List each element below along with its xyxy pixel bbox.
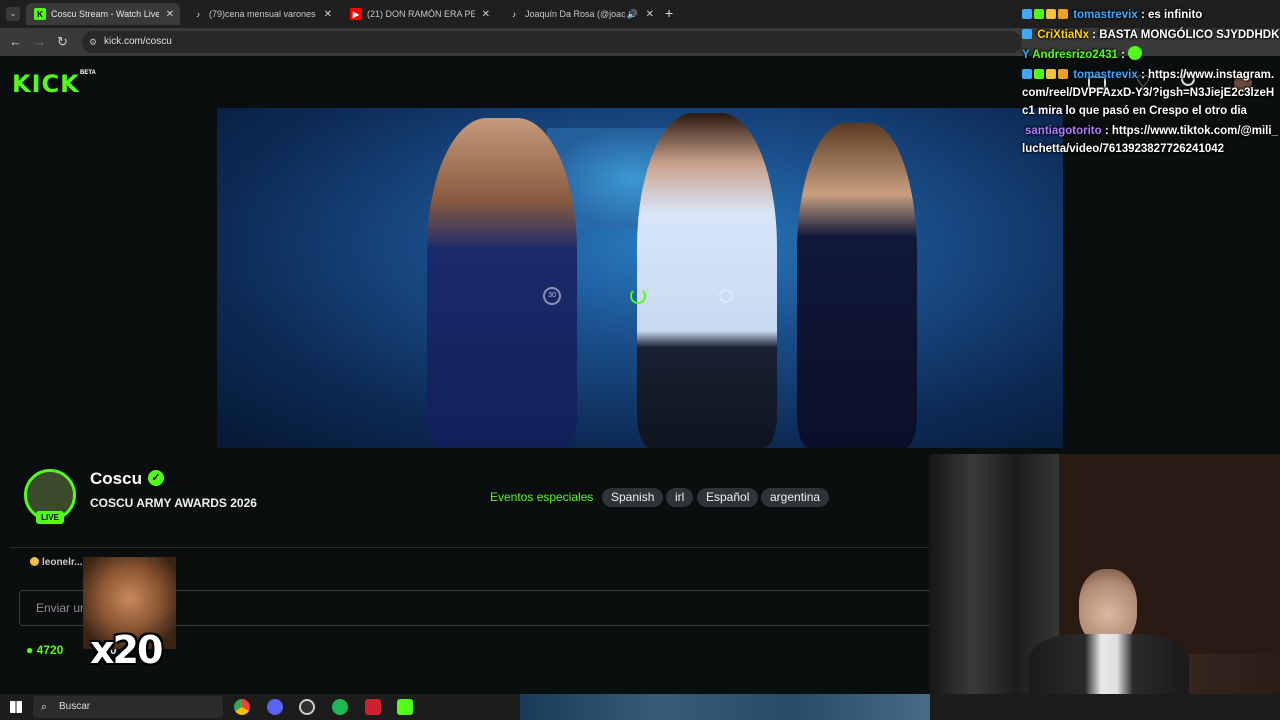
beta-badge: BETA xyxy=(80,70,96,76)
chat-username: Andresrizo2431 xyxy=(1032,49,1118,61)
discord-icon[interactable] xyxy=(267,699,283,715)
tag-argentina[interactable]: argentina xyxy=(761,488,830,507)
site-info-icon[interactable]: ⚙ xyxy=(89,31,97,53)
chat-username: tomastrevix xyxy=(1073,69,1138,81)
badge-icon xyxy=(1058,69,1068,79)
chat-message: tomastrevix : es infinito xyxy=(1022,6,1280,24)
badge-icon xyxy=(1022,69,1032,79)
chat-preview-user: leonelr... xyxy=(30,557,83,568)
close-tab-icon[interactable]: ✕ xyxy=(166,9,174,20)
windows-taskbar: ⌕ Buscar xyxy=(0,694,1280,720)
badge-icon xyxy=(1034,9,1044,19)
chrome-icon[interactable] xyxy=(234,699,250,715)
tab-label: Joaquín Da Rosa (@joaquin xyxy=(525,9,625,19)
forward-icon[interactable]: → xyxy=(33,34,46,49)
youtube-favicon-icon: ▶ xyxy=(350,8,362,20)
tiktok-favicon-icon: ♪ xyxy=(512,9,516,19)
tab-youtube[interactable]: ▶ (21) DON RAMÓN ERA PESO P ✕ xyxy=(342,3,496,25)
reload-icon[interactable]: ↻ xyxy=(57,34,68,50)
tab-tiktok-1[interactable]: ♪ (79)cena mensual varones gays ✕ xyxy=(184,3,338,25)
webcam-overlay xyxy=(929,454,1280,720)
windows-start-icon[interactable] xyxy=(10,701,22,713)
taskbar-search-label: Buscar xyxy=(59,701,91,712)
kick-app-icon[interactable] xyxy=(397,699,413,715)
search-icon: ⌕ xyxy=(41,701,48,713)
forward-icon[interactable] xyxy=(719,289,733,303)
chat-preview-username: leonelr... xyxy=(42,557,83,568)
interviewer-right xyxy=(797,123,917,448)
tag-espanol[interactable]: Español xyxy=(697,488,759,507)
taskbar-search[interactable]: ⌕ Buscar xyxy=(33,696,223,718)
tab-label: (21) DON RAMÓN ERA PESO P xyxy=(367,9,475,19)
interviewer-left xyxy=(427,118,577,448)
channel-name[interactable]: Coscu xyxy=(90,469,142,489)
chat-username: tomastrevix xyxy=(1073,9,1138,21)
meme-multiplier-text: x20 xyxy=(90,628,163,672)
rewind-30-icon[interactable]: 30 xyxy=(543,287,561,305)
tag-irl[interactable]: irl xyxy=(666,488,694,507)
tab-list-dropdown-icon[interactable]: ⌄ xyxy=(6,7,20,21)
spotify-icon[interactable] xyxy=(332,699,348,715)
kick-logo[interactable]: KICK xyxy=(12,70,80,98)
chat-text: BASTA MONGÓLICO SJYDDHDK xyxy=(1099,29,1280,41)
voicemod-icon[interactable] xyxy=(365,699,381,715)
badge-icon xyxy=(1058,9,1068,19)
chat-overlay: tomastrevix : es infinito CriXtiaNx : BA… xyxy=(1022,6,1280,160)
chat-message: CriXtiaNx : BASTA MONGÓLICO SJYDDHDK xyxy=(1022,26,1280,44)
badge-icon xyxy=(1034,69,1044,79)
audio-playing-icon[interactable]: 🔊 xyxy=(627,9,638,20)
back-icon[interactable]: ← xyxy=(9,34,22,49)
tab-tiktok-2[interactable]: ♪ Joaquín Da Rosa (@joaquin 🔊 ✕ xyxy=(500,3,660,25)
badge-icon xyxy=(1046,9,1056,19)
category-link[interactable]: Eventos especiales xyxy=(490,490,593,504)
chat-message: tomastrevix : https://www.instagram.com/… xyxy=(1022,69,1275,117)
divider xyxy=(10,547,930,548)
kick-favicon-icon: K xyxy=(34,8,46,20)
viewer-count: ● 4720 xyxy=(26,643,63,657)
badge-icon xyxy=(1022,9,1032,19)
tab-label: (79)cena mensual varones gays xyxy=(209,9,317,19)
streamer-head xyxy=(1079,569,1137,644)
taskbar-wallpaper xyxy=(520,694,930,720)
tab-coscu-stream[interactable]: K Coscu Stream - Watch Live on K ✕ xyxy=(26,3,180,25)
url-text: kick.com/coscu xyxy=(104,36,172,47)
emote-icon xyxy=(1128,46,1143,60)
chat-username: santiagotorito xyxy=(1025,125,1102,137)
tiktok-favicon-icon: ♪ xyxy=(196,9,200,19)
tag-spanish[interactable]: Spanish xyxy=(602,488,664,507)
badge-icon: Y xyxy=(1022,49,1030,61)
verified-icon: ✓ xyxy=(148,470,164,486)
chat-input-placeholder: Enviar un xyxy=(36,601,87,615)
badge-icon xyxy=(1046,69,1056,79)
obs-icon[interactable] xyxy=(299,699,315,715)
loading-spinner-icon xyxy=(630,288,646,304)
chat-message: Y Andresrizo2431 : xyxy=(1022,46,1280,64)
chat-message: santiagotorito : https://www.tiktok.com/… xyxy=(1022,125,1278,155)
viewer-count-value: 4720 xyxy=(36,643,64,657)
address-bar[interactable]: ⚙ kick.com/coscu xyxy=(82,31,1022,53)
warning-icon xyxy=(30,557,39,566)
badge-icon xyxy=(1022,29,1032,39)
chat-username: CriXtiaNx xyxy=(1037,29,1089,41)
live-badge: LIVE xyxy=(36,511,64,524)
new-tab-icon[interactable]: + xyxy=(665,5,673,21)
close-tab-icon[interactable]: ✕ xyxy=(646,9,654,20)
video-player[interactable]: 30 xyxy=(217,108,1063,448)
close-tab-icon[interactable]: ✕ xyxy=(482,9,490,20)
tab-label: Coscu Stream - Watch Live on K xyxy=(51,9,159,19)
close-tab-icon[interactable]: ✕ xyxy=(324,9,332,20)
interviewee-center xyxy=(637,113,777,448)
stream-title: COSCU ARMY AWARDS 2026 xyxy=(90,496,257,510)
viewers-icon: ● xyxy=(26,643,34,657)
chat-text: es infinito xyxy=(1148,9,1203,21)
